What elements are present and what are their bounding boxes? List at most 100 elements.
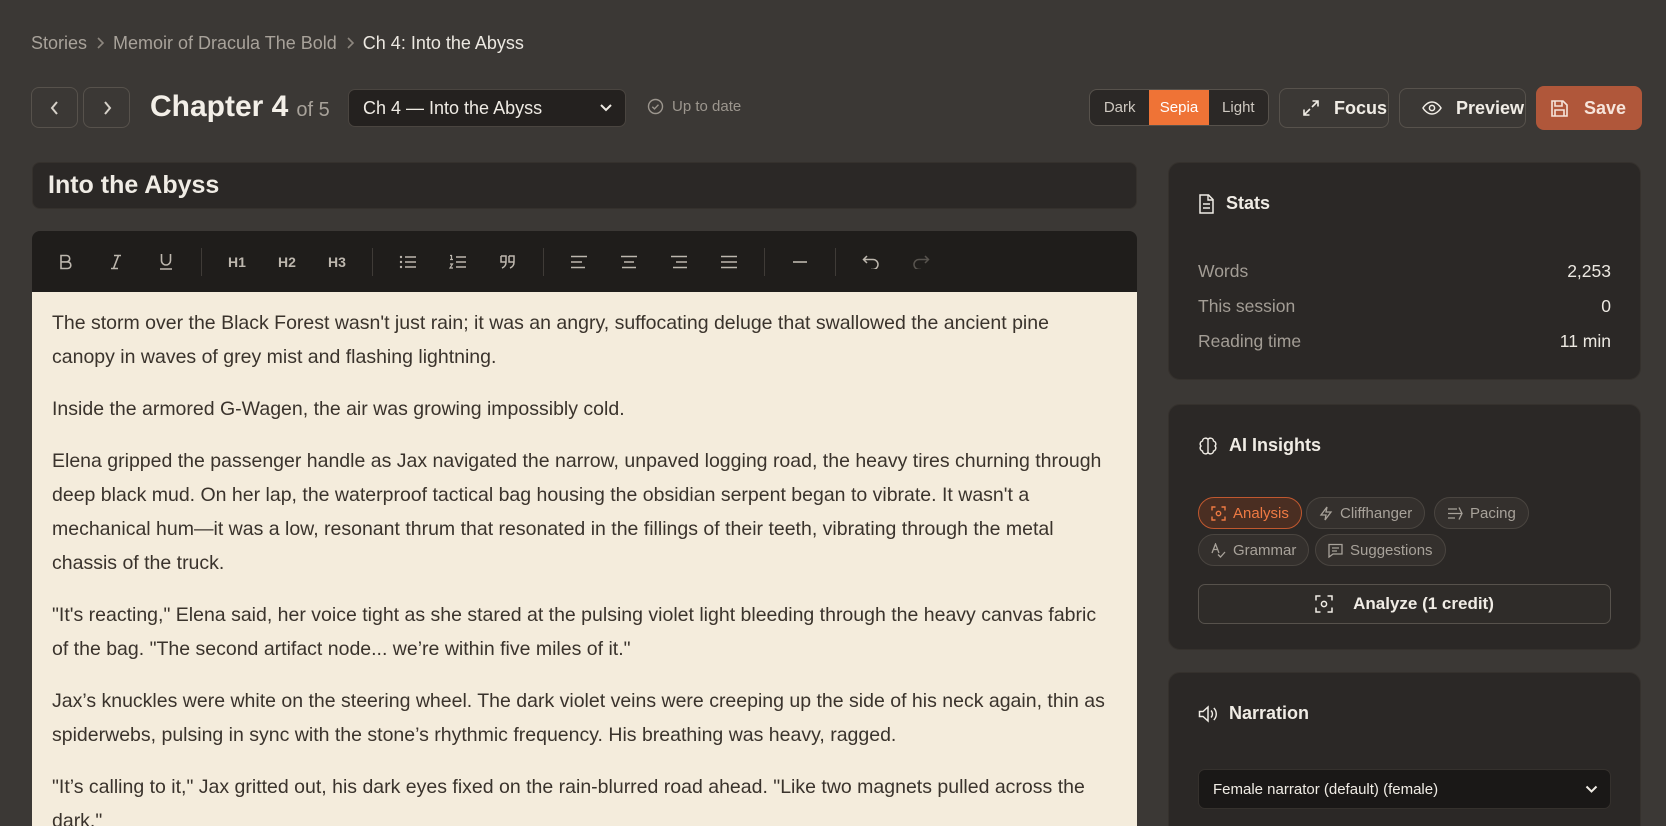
toolbar-divider bbox=[372, 247, 373, 276]
pacing-icon bbox=[1447, 506, 1463, 520]
chevron-right-icon bbox=[345, 37, 355, 49]
stat-label: Reading time bbox=[1198, 330, 1302, 351]
chevron-down-icon bbox=[1585, 785, 1598, 794]
preview-button[interactable]: Preview bbox=[1399, 88, 1526, 128]
stats-title: Stats bbox=[1226, 193, 1271, 213]
chevron-right-icon bbox=[101, 100, 113, 116]
toolbar-divider bbox=[201, 247, 202, 276]
focus-button[interactable]: Focus bbox=[1279, 88, 1389, 128]
chapter-editor[interactable]: The storm over the Black Forest wasn't j… bbox=[32, 292, 1137, 826]
stat-value: 11 min bbox=[1559, 330, 1611, 351]
numbered-list-button[interactable] bbox=[441, 245, 475, 279]
underline-icon bbox=[159, 253, 173, 270]
spell-check-icon bbox=[1211, 542, 1226, 558]
next-chapter-button[interactable] bbox=[83, 87, 130, 128]
chip-label: Pacing bbox=[1470, 504, 1516, 522]
chevron-down-icon bbox=[599, 103, 613, 113]
eye-icon bbox=[1422, 101, 1442, 115]
paragraph: Inside the armored G-Wagen, the air was … bbox=[52, 398, 625, 420]
sync-status-text: Up to date bbox=[672, 98, 742, 115]
theme-toggle: Dark Sepia Light bbox=[1089, 89, 1269, 126]
previous-chapter-button[interactable] bbox=[31, 87, 78, 128]
stats-heading: Stats bbox=[1198, 193, 1270, 214]
bullet-list-button[interactable] bbox=[391, 245, 425, 279]
chip-pacing[interactable]: Pacing bbox=[1434, 497, 1529, 529]
align-justify-button[interactable] bbox=[712, 245, 746, 279]
paragraph: Jax’s knuckles were white on the steerin… bbox=[52, 690, 1105, 746]
toolbar-divider bbox=[543, 247, 544, 276]
toolbar-divider bbox=[764, 247, 765, 276]
redo-icon bbox=[912, 254, 930, 269]
theme-sepia-button[interactable]: Sepia bbox=[1149, 90, 1209, 125]
paragraph: The storm over the Black Forest wasn't j… bbox=[52, 312, 1049, 368]
narrator-select-value: Female narrator (default) (female) bbox=[1213, 780, 1439, 798]
scan-icon bbox=[1211, 505, 1226, 521]
paragraph: Elena gripped the passenger handle as Ja… bbox=[52, 450, 1102, 574]
preview-label: Preview bbox=[1456, 97, 1525, 118]
stat-label: This session bbox=[1198, 295, 1296, 316]
expand-icon bbox=[1302, 99, 1320, 117]
chip-grammar[interactable]: Grammar bbox=[1198, 534, 1310, 566]
stat-label: Words bbox=[1198, 260, 1249, 281]
underline-button[interactable] bbox=[149, 245, 183, 279]
message-square-icon bbox=[1328, 543, 1343, 558]
save-label: Save bbox=[1583, 97, 1626, 118]
scan-icon bbox=[1315, 595, 1333, 613]
stat-row-session: This session 0 bbox=[1198, 294, 1611, 318]
align-left-button[interactable] bbox=[562, 245, 596, 279]
italic-button[interactable] bbox=[99, 245, 133, 279]
chapter-select[interactable]: Ch 4 — Into the Abyss bbox=[348, 89, 626, 127]
ai-insights-heading: AI Insights bbox=[1198, 435, 1321, 456]
theme-light-button[interactable]: Light bbox=[1209, 90, 1268, 125]
horizontal-rule-button[interactable] bbox=[783, 245, 817, 279]
chip-analysis[interactable]: Analysis bbox=[1198, 497, 1302, 529]
stats-panel: Stats Words 2,253 This session 0 Reading… bbox=[1168, 162, 1641, 380]
heading-2-button[interactable]: H2 bbox=[270, 245, 304, 279]
paragraph: "It's reacting," Elena said, her voice t… bbox=[52, 604, 1097, 660]
heading-3-button[interactable]: H3 bbox=[320, 245, 354, 279]
narration-panel: Narration Female narrator (default) (fem… bbox=[1168, 672, 1641, 826]
heading-1-button[interactable]: H1 bbox=[220, 245, 254, 279]
redo-button[interactable] bbox=[904, 245, 938, 279]
chevron-left-icon bbox=[49, 100, 61, 116]
toolbar-divider bbox=[835, 247, 836, 276]
undo-button[interactable] bbox=[854, 245, 888, 279]
italic-icon bbox=[109, 254, 123, 270]
align-center-button[interactable] bbox=[612, 245, 646, 279]
breadcrumb-stories[interactable]: Stories bbox=[31, 33, 87, 54]
chip-label: Analysis bbox=[1233, 504, 1289, 522]
quote-icon bbox=[499, 254, 517, 270]
analyze-button[interactable]: Analyze (1 credit) bbox=[1198, 584, 1611, 624]
stat-value: 2,253 bbox=[1567, 260, 1611, 281]
document-icon bbox=[1198, 193, 1215, 214]
chip-label: Grammar bbox=[1233, 541, 1297, 559]
blockquote-button[interactable] bbox=[491, 245, 525, 279]
bullet-list-icon bbox=[399, 255, 417, 269]
undo-icon bbox=[862, 254, 880, 269]
chapter-title-input[interactable]: Into the Abyss bbox=[32, 162, 1137, 209]
bold-icon bbox=[59, 254, 73, 270]
save-button[interactable]: Save bbox=[1536, 86, 1642, 130]
theme-dark-button[interactable]: Dark bbox=[1090, 90, 1149, 125]
align-center-icon bbox=[620, 255, 638, 269]
check-circle-icon bbox=[647, 98, 664, 115]
align-right-button[interactable] bbox=[662, 245, 696, 279]
bold-button[interactable] bbox=[49, 245, 83, 279]
save-icon bbox=[1550, 99, 1569, 118]
stat-row-words: Words 2,253 bbox=[1198, 259, 1611, 283]
analyze-label: Analyze (1 credit) bbox=[1353, 594, 1494, 613]
stat-value: 0 bbox=[1601, 295, 1611, 316]
chapter-heading: Chapter 4 of 5 bbox=[150, 90, 330, 130]
narration-heading: Narration bbox=[1198, 703, 1309, 724]
align-right-icon bbox=[670, 255, 688, 269]
chapter-label: Chapter 4 bbox=[150, 90, 289, 123]
chapter-count: of 5 bbox=[296, 99, 330, 121]
narrator-select[interactable]: Female narrator (default) (female) bbox=[1198, 769, 1611, 809]
horizontal-rule-icon bbox=[792, 260, 808, 264]
align-justify-icon bbox=[720, 255, 738, 269]
breadcrumb-story[interactable]: Memoir of Dracula The Bold bbox=[113, 33, 337, 54]
align-left-icon bbox=[570, 255, 588, 269]
chip-suggestions[interactable]: Suggestions bbox=[1315, 534, 1446, 566]
ai-insights-title: AI Insights bbox=[1229, 435, 1322, 455]
chip-cliffhanger[interactable]: Cliffhanger bbox=[1306, 497, 1426, 529]
